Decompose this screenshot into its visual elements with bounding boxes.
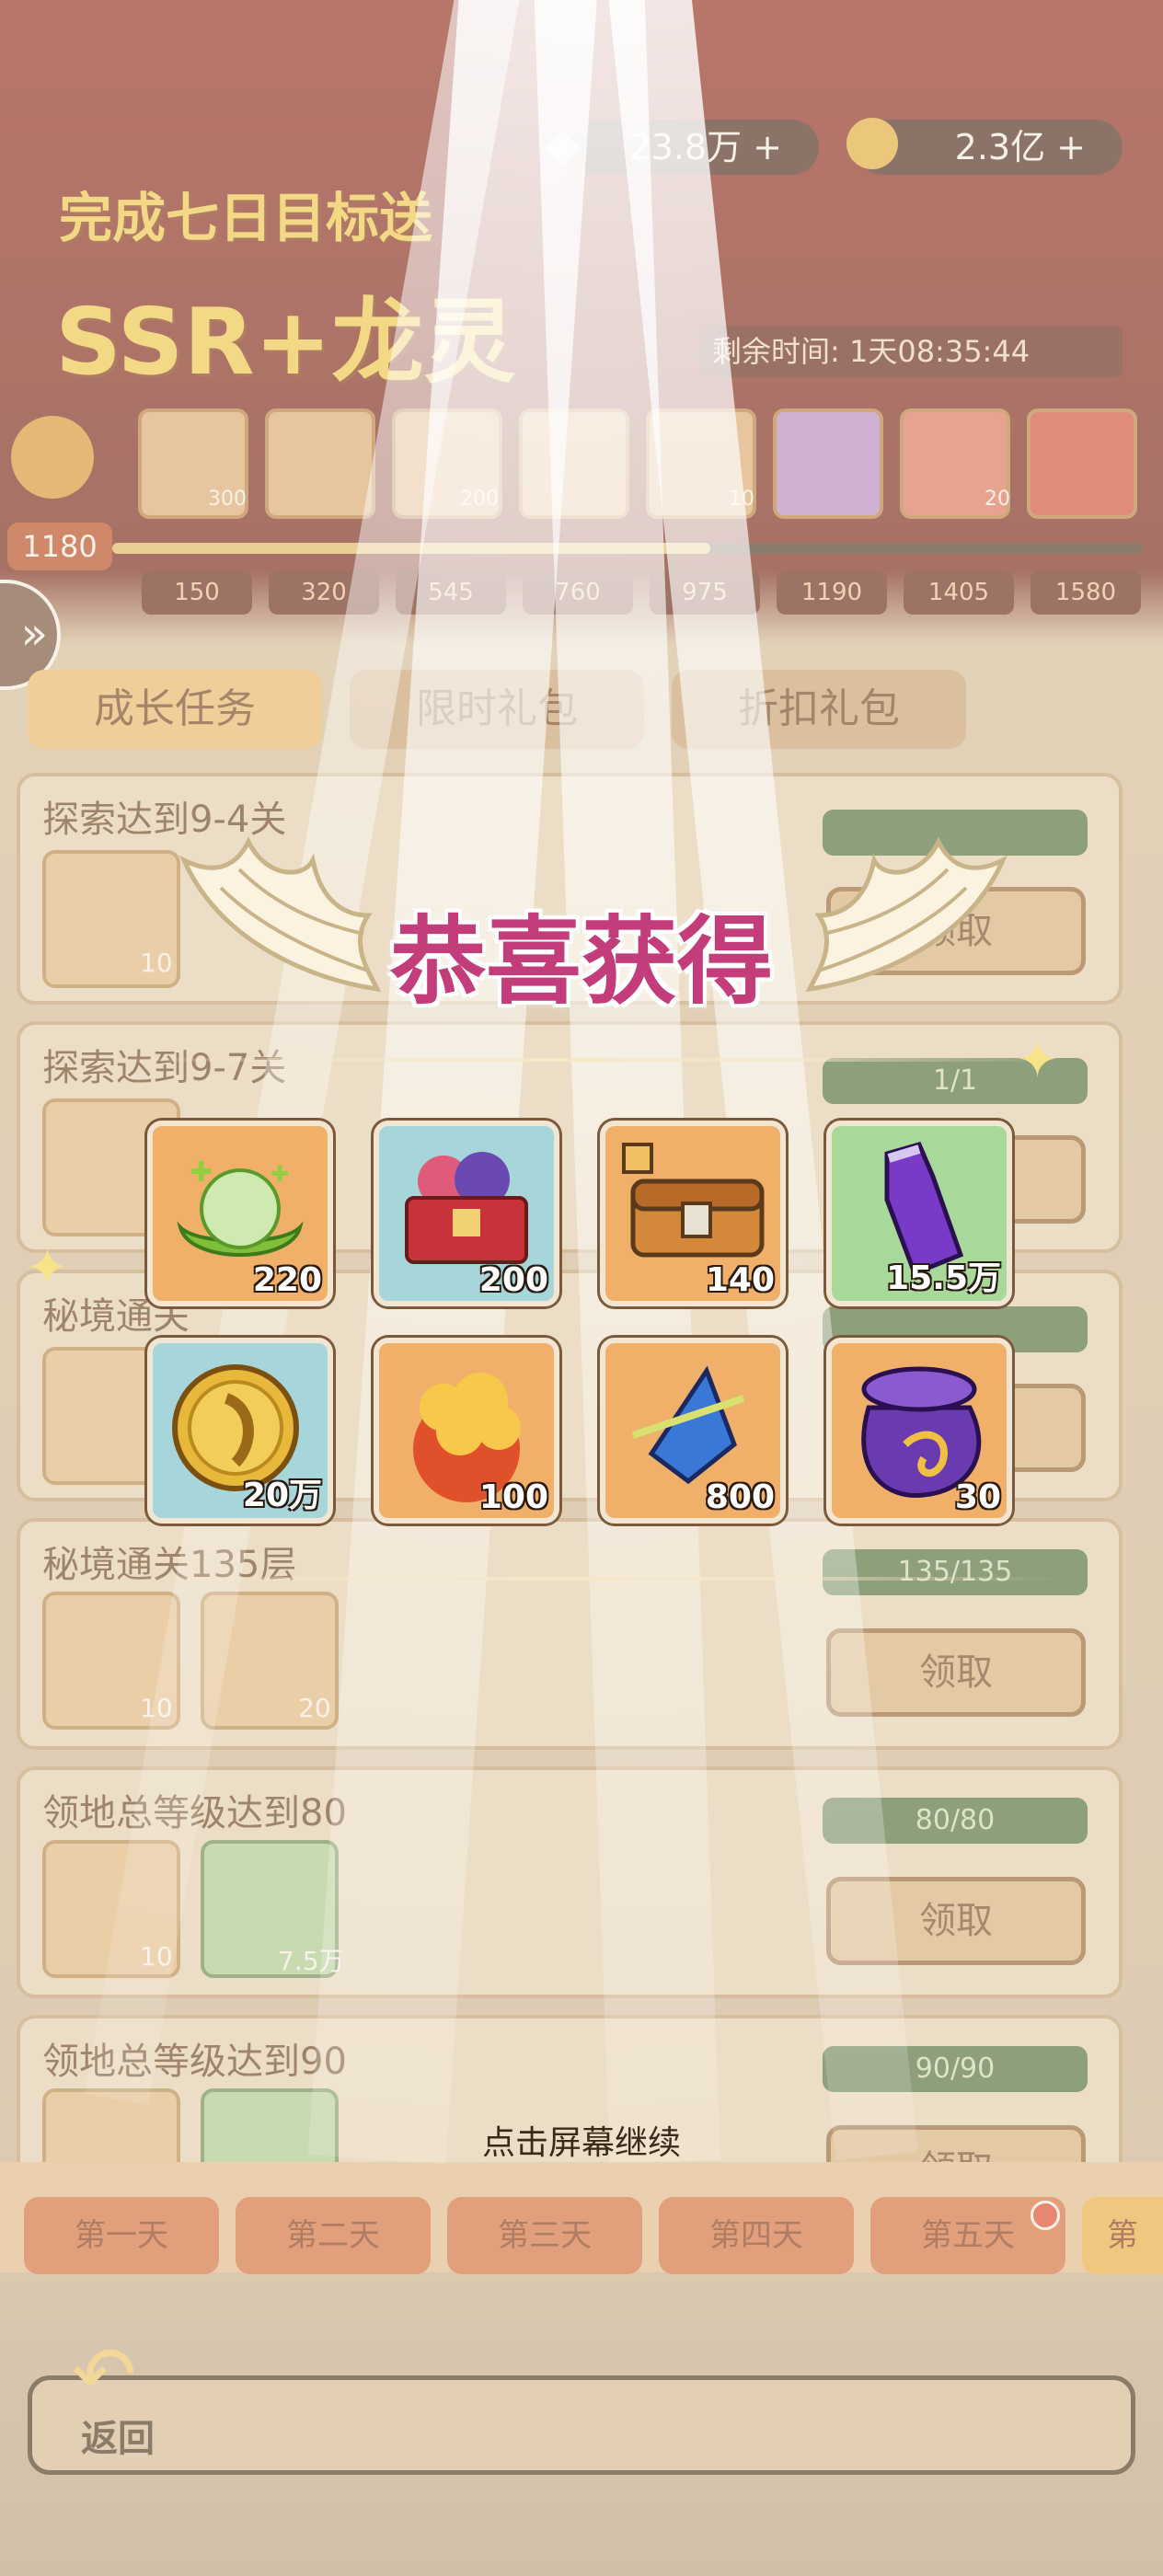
reward-qty: 100 [478, 1478, 548, 1516]
reward-qty: 20万 [242, 1477, 322, 1514]
sparkle-icon: ✦ [1016, 1030, 1059, 1090]
reward-qty: 30 [954, 1478, 1001, 1516]
reward-blue-crystal[interactable]: 800 [600, 1338, 786, 1524]
reward-green-egg[interactable]: ✚ ✚ 220 [147, 1121, 333, 1306]
reward-qty: 140 [705, 1261, 775, 1299]
reward-qty: 800 [705, 1478, 775, 1516]
popup-title: 恭喜获得 [389, 905, 773, 1018]
reward-gift-chest[interactable]: 200 [374, 1121, 559, 1306]
reward-purple-potion[interactable]: 15.5万 [826, 1121, 1012, 1306]
reward-qty: 200 [478, 1261, 548, 1299]
top-divider [101, 1058, 1062, 1062]
reward-dragon-bag[interactable]: 30 [826, 1338, 1012, 1524]
svg-text:✚: ✚ [271, 1161, 289, 1187]
sparkle-icon: ✦ [26, 1238, 69, 1298]
tap-to-continue-hint[interactable]: 点击屏幕继续 [0, 2116, 1163, 2164]
reward-gold-coin[interactable]: 20万 [147, 1338, 333, 1524]
reward-fire-orb[interactable]: 100 [374, 1338, 559, 1524]
reward-qty: 15.5万 [886, 1259, 1001, 1297]
bottom-divider [101, 1577, 1062, 1581]
svg-text:✚: ✚ [190, 1156, 213, 1189]
reward-qty: 220 [252, 1261, 322, 1299]
reward-treasure-chest[interactable]: 140 [600, 1121, 786, 1306]
